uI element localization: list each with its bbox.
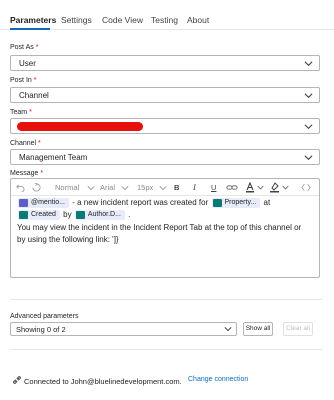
connection-status: Connected to John@bluelinedevelopment.co…	[24, 377, 182, 386]
post-in-label: Post In *	[10, 77, 37, 84]
post-in-dropdown[interactable]: Channel	[10, 87, 320, 103]
message-label: Message *	[10, 170, 44, 177]
channel-label: Channel *	[10, 140, 41, 147]
post-in-value: Channel	[19, 91, 49, 100]
required-marker: *	[38, 140, 41, 147]
channel-dropdown[interactable]: Management Team	[10, 149, 320, 165]
chevron-down-icon	[87, 186, 95, 191]
channel-value: Management Team	[19, 153, 88, 162]
team-label: Team *	[10, 109, 32, 116]
message-line-1: @mentio... - a new incident report was c…	[17, 198, 270, 209]
tab-about[interactable]: About	[187, 15, 209, 25]
dynamic-token-property[interactable]: Property...	[211, 198, 261, 208]
connection-icon	[13, 376, 21, 384]
post-as-value: User	[19, 59, 36, 68]
link-icon[interactable]	[226, 183, 238, 192]
chevron-down-icon	[304, 124, 313, 130]
chevron-down-icon	[224, 327, 232, 332]
tab-settings[interactable]: Settings	[61, 15, 92, 25]
clear-all-button[interactable]: Clear all	[283, 322, 313, 336]
code-view-icon[interactable]	[301, 183, 311, 192]
tab-parameters[interactable]: Parameters	[10, 15, 56, 25]
message-line-3: You may view the incident in the Inciden…	[17, 223, 302, 232]
required-marker: *	[40, 170, 44, 177]
chevron-down-icon	[282, 185, 289, 190]
highlight-color-icon[interactable]	[269, 182, 280, 193]
advanced-parameters-dropdown[interactable]: Showing 0 of 2	[10, 322, 237, 336]
font-size-dropdown[interactable]: 15px	[137, 183, 153, 192]
redo-icon[interactable]	[32, 183, 41, 192]
chevron-down-icon	[257, 185, 264, 190]
advanced-parameters-title: Advanced parameters	[10, 313, 79, 320]
undo-icon[interactable]	[16, 183, 25, 192]
required-marker: *	[35, 44, 39, 51]
message-line-4: by using the following link: ']}	[17, 235, 119, 244]
paragraph-style-dropdown[interactable]: Normal	[55, 183, 79, 192]
underline-button[interactable]: U	[211, 183, 216, 192]
chevron-down-icon	[304, 61, 313, 67]
post-as-dropdown[interactable]: User	[10, 55, 320, 71]
dynamic-token-author[interactable]: Author.D...	[74, 210, 125, 220]
dynamic-token-mention[interactable]: @mentio...	[18, 198, 69, 208]
chevron-down-icon	[304, 93, 313, 99]
post-as-label: Post As *	[10, 44, 39, 51]
sharepoint-icon	[75, 211, 85, 219]
section-divider	[10, 349, 322, 350]
chevron-down-icon	[159, 186, 167, 191]
tab-code-view[interactable]: Code View	[102, 15, 143, 25]
bold-button[interactable]: B	[174, 183, 179, 192]
italic-button[interactable]: I	[193, 182, 196, 192]
required-marker: *	[33, 77, 37, 84]
chevron-down-icon	[304, 155, 313, 161]
advanced-parameters-value: Showing 0 of 2	[16, 325, 66, 334]
message-editor[interactable]: Normal Arial 15px B I U @mentio... - a n…	[10, 178, 320, 278]
font-color-icon[interactable]	[245, 182, 255, 193]
sharepoint-icon	[212, 199, 222, 207]
tab-testing[interactable]: Testing	[151, 15, 178, 25]
font-family-dropdown[interactable]: Arial	[100, 183, 115, 192]
chevron-down-icon	[121, 186, 129, 191]
teams-icon	[19, 199, 28, 207]
redacted-team-value	[17, 122, 143, 131]
dynamic-token-created[interactable]: Created	[18, 210, 60, 220]
change-connection-link[interactable]: Change connection	[188, 376, 248, 383]
section-divider	[10, 299, 322, 300]
message-line-2: Created by Author.D... .	[17, 210, 130, 221]
active-tab-indicator	[10, 28, 50, 30]
team-dropdown[interactable]	[10, 118, 320, 134]
editor-toolbar: Normal Arial 15px B I U	[11, 179, 319, 196]
tab-bar: Parameters Settings Code View Testing Ab…	[0, 0, 334, 30]
required-marker: *	[29, 109, 32, 116]
show-all-button[interactable]: Show all	[243, 322, 273, 336]
sharepoint-icon	[19, 211, 28, 219]
